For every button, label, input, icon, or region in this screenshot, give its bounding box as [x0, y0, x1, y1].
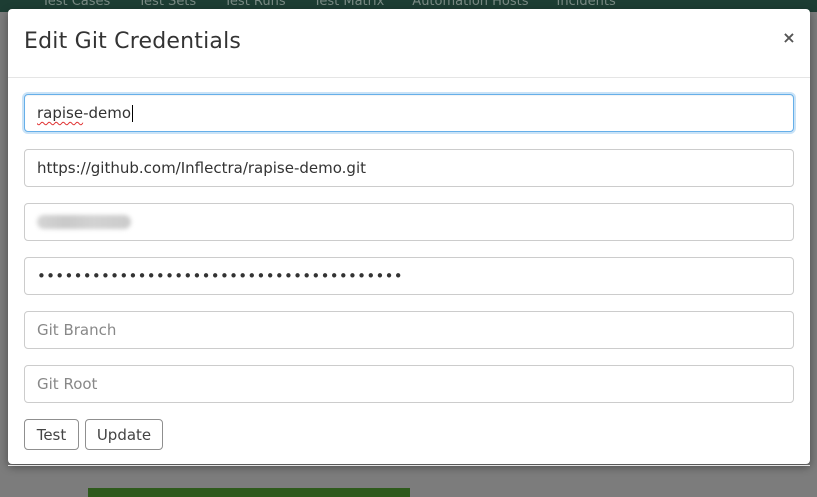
username-input[interactable]: [24, 203, 794, 241]
nav-item-test-runs: Test Runs: [224, 0, 286, 9]
nav-item-automation-hosts: Automation Hosts: [412, 0, 529, 9]
text-caret: [132, 104, 134, 122]
close-icon[interactable]: ×: [782, 28, 796, 48]
repository-name-value: rapise-demo: [37, 104, 132, 122]
git-branch-placeholder: Git Branch: [37, 321, 117, 339]
modal-footer-divider: [8, 465, 810, 466]
edit-git-credentials-dialog: Edit Git Credentials × rapise-demo https…: [8, 9, 810, 466]
nav-item-test-sets: Test Sets: [138, 0, 197, 9]
background-nav-items: Test Cases Test Sets Test Runs Test Matr…: [42, 0, 616, 9]
update-button[interactable]: Update: [85, 419, 163, 450]
password-input[interactable]: ••••••••••••••••••••••••••••••••••••••••: [24, 257, 794, 295]
nav-item-test-matrix: Test Matrix: [313, 0, 385, 9]
nav-item-test-cases: Test Cases: [42, 0, 111, 9]
git-root-placeholder: Git Root: [37, 375, 98, 393]
git-root-input[interactable]: Git Root: [24, 365, 794, 403]
nav-item-incidents: Incidents: [556, 0, 616, 9]
modal-title: Edit Git Credentials: [24, 29, 242, 54]
repository-url-value: https://github.com/Inflectra/rapise-demo…: [37, 159, 366, 177]
password-value: ••••••••••••••••••••••••••••••••••••••••: [37, 267, 403, 285]
test-button[interactable]: Test: [24, 419, 79, 450]
background-green-button: [88, 488, 410, 497]
git-branch-input[interactable]: Git Branch: [24, 311, 794, 349]
modal-header: Edit Git Credentials ×: [8, 9, 810, 78]
repository-url-input[interactable]: https://github.com/Inflectra/rapise-demo…: [24, 149, 794, 187]
repository-name-input[interactable]: rapise-demo: [24, 94, 794, 132]
redacted-username: [37, 215, 131, 229]
